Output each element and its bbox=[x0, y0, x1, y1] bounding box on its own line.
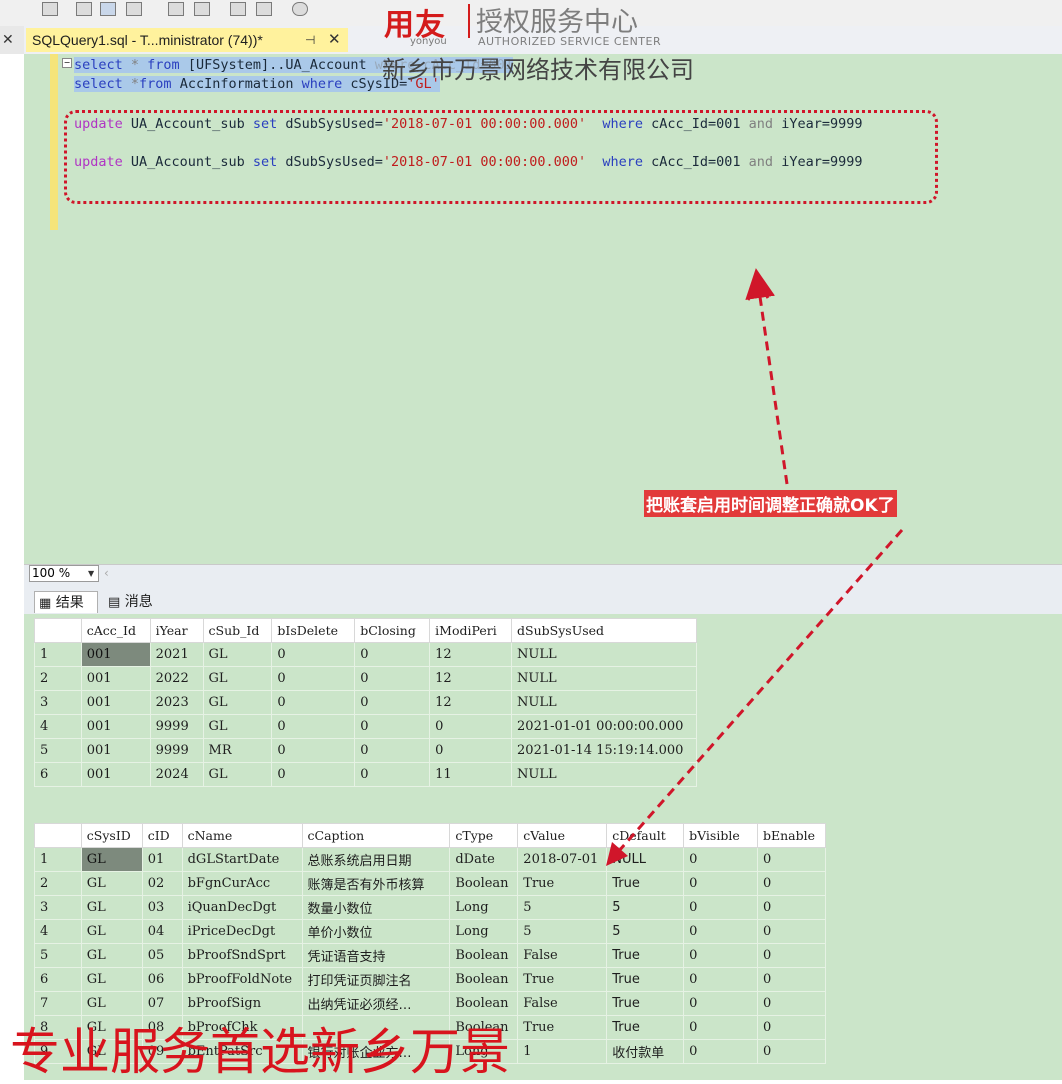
annotation-label: 把账套启用时间调整正确就OK了 bbox=[644, 490, 897, 517]
arrow-to-update-statements bbox=[745, 268, 789, 485]
annotation-arrows bbox=[606, 268, 904, 866]
arrow-to-cvalue bbox=[616, 529, 904, 853]
arrowhead-up-left bbox=[746, 281, 760, 301]
slogan-watermark: 专业服务首选新乡万景 bbox=[10, 1023, 510, 1081]
